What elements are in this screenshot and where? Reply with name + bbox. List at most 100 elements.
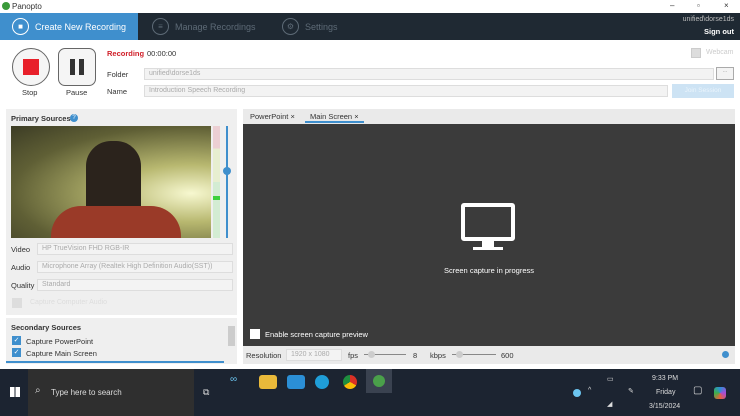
tab-label: Manage Recordings [175, 21, 256, 32]
capture-status-message: Screen capture in progress [443, 266, 535, 275]
tab-create-new-recording[interactable]: ■ Create New Recording [0, 13, 138, 40]
panopto-taskbar-button[interactable] [366, 369, 392, 393]
computer-audio-checkbox[interactable] [12, 298, 22, 308]
tab-powerpoint[interactable]: PowerPoint × [245, 111, 300, 123]
monitor-base [473, 247, 503, 250]
tab-label: PowerPoint [250, 112, 289, 121]
primary-sources-panel: Primary Sources ? Video HP TrueVision FH… [6, 109, 237, 315]
close-tab-icon[interactable]: × [290, 112, 294, 121]
restore-button[interactable]: ▫ [697, 1, 700, 10]
chrome-icon[interactable] [343, 375, 357, 389]
stop-button[interactable] [12, 48, 50, 86]
copilot-icon[interactable] [714, 387, 726, 399]
quality-select[interactable]: Standard [37, 279, 233, 291]
stop-label: Stop [22, 88, 38, 97]
task-view-icon[interactable]: ⧉ [203, 387, 209, 398]
screen-capture-stage: Screen capture in progress Enable screen… [243, 124, 735, 346]
volume-slider-handle[interactable] [223, 167, 231, 175]
stop-icon [23, 59, 39, 75]
kbps-label: kbps [430, 351, 446, 360]
computer-audio-label: Capture Computer Audio [30, 299, 108, 306]
tab-settings[interactable]: ⚙ Settings [270, 13, 370, 40]
join-session-button[interactable]: Join Session [672, 84, 734, 98]
camera-icon: ■ [12, 18, 29, 35]
notifications-icon[interactable]: ▢ [693, 385, 702, 396]
monitor-icon [461, 203, 515, 241]
pen-icon[interactable]: ✎ [628, 387, 634, 395]
scrollbar[interactable] [228, 326, 235, 346]
nav-bar: ■ Create New Recording ≡ Manage Recordings… [0, 13, 740, 40]
panopto-logo-icon [2, 2, 10, 10]
sign-out-link[interactable]: Sign out [704, 27, 734, 36]
close-tab-icon[interactable]: × [354, 112, 358, 121]
tab-label: Create New Recording [35, 21, 127, 32]
capture-main-screen-label: Capture Main Screen [26, 349, 97, 358]
audio-select[interactable]: Microphone Array (Realtek High Definitio… [37, 261, 233, 273]
wifi-icon[interactable]: ◢ [607, 400, 612, 408]
windows-start-icon[interactable] [10, 387, 20, 397]
secondary-sources-panel: Secondary Sources ✓ Capture PowerPoint ✓… [6, 318, 237, 364]
list-icon: ≡ [152, 18, 169, 35]
search-placeholder: Type here to search [51, 388, 122, 397]
fps-value: 8 [413, 351, 418, 360]
capture-powerpoint-label: Capture PowerPoint [26, 337, 94, 346]
resolution-label: Resolution [246, 351, 282, 360]
file-explorer-icon[interactable] [259, 375, 277, 389]
capture-powerpoint-checkbox[interactable]: ✓ [12, 336, 21, 345]
tab-main-screen[interactable]: Main Screen × [305, 111, 364, 123]
capture-main-screen-checkbox[interactable]: ✓ [12, 348, 21, 357]
preview-checkbox[interactable] [250, 329, 260, 339]
kbps-value: 600 [501, 351, 514, 360]
tab-label: Settings [305, 21, 338, 32]
fps-label: fps [348, 351, 359, 360]
name-label: Name [107, 87, 128, 96]
loop-app-icon[interactable]: ∞ [230, 374, 237, 385]
browse-folder-button[interactable]: ... [716, 67, 734, 80]
taskbar: ⌕ Type here to search ⧉ ∞ ^ ▭ ✎ ◢ 9:33 P… [0, 369, 740, 416]
edge-icon[interactable] [315, 375, 329, 389]
pause-label: Pause [66, 88, 88, 97]
weather-icon[interactable] [573, 389, 581, 397]
mail-icon[interactable] [287, 375, 305, 389]
pause-button[interactable] [58, 48, 96, 86]
minimize-button[interactable]: – [670, 1, 674, 10]
battery-icon[interactable]: ▭ [607, 375, 614, 383]
resolution-select[interactable]: 1920 x 1080 [286, 349, 342, 361]
webcam-checkbox[interactable] [691, 48, 701, 58]
clock-date[interactable]: 3/15/2024 [649, 403, 680, 410]
help-icon[interactable]: ? [70, 114, 78, 122]
clock-time[interactable]: 9:33 PM [652, 375, 678, 382]
primary-sources-title: Primary Sources [11, 114, 71, 123]
window-title: Panopto [12, 2, 42, 11]
clock-day[interactable]: Friday [656, 389, 675, 396]
name-field[interactable]: Introduction Speech Recording [144, 85, 668, 97]
search-box[interactable]: ⌕ Type here to search [28, 369, 194, 416]
webcam-label: Webcam [706, 49, 734, 56]
search-icon: ⌕ [35, 385, 41, 396]
panopto-icon [373, 375, 385, 387]
volume-slider-track[interactable] [226, 126, 228, 238]
folder-field[interactable]: unified\dorse1ds [144, 68, 714, 80]
recording-timer: 00:00:00 [147, 49, 177, 58]
audio-label: Audio [11, 263, 31, 272]
folder-label: Folder [107, 70, 129, 79]
title-bar: Panopto – ▫ × [0, 0, 740, 13]
audio-level-indicator [213, 196, 220, 200]
video-select[interactable]: HP TrueVision FHD RGB-IR [37, 243, 233, 255]
audio-level-meter [213, 126, 220, 238]
help-icon[interactable] [722, 351, 729, 358]
selection-bar [6, 361, 224, 363]
recording-status: Recording [107, 49, 145, 58]
chevron-up-icon[interactable]: ^ [588, 387, 591, 394]
tab-manage-recordings[interactable]: ≡ Manage Recordings [140, 13, 270, 40]
webcam-preview [11, 126, 211, 238]
preview-label: Enable screen capture preview [265, 330, 368, 339]
gear-icon: ⚙ [282, 18, 299, 35]
fps-slider-handle[interactable] [368, 351, 375, 358]
username: unified\dorse1ds [682, 16, 734, 23]
close-button[interactable]: × [724, 1, 729, 10]
kbps-slider-handle[interactable] [456, 351, 463, 358]
secondary-sources-title: Secondary Sources [11, 323, 82, 332]
person-shirt [51, 206, 181, 238]
pause-icon-bar [79, 59, 84, 75]
